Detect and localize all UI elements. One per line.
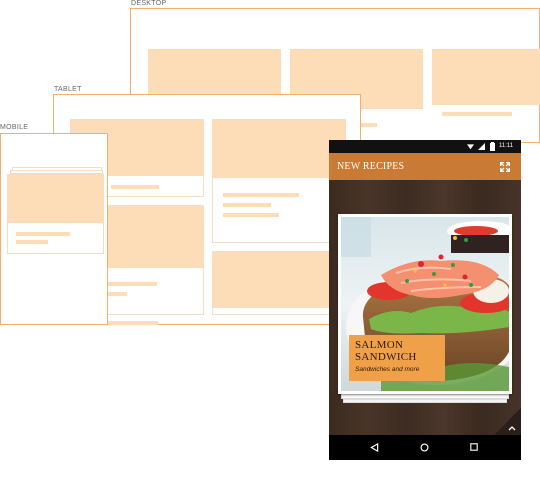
mobile-card (7, 174, 104, 254)
card-stack-edge (341, 394, 509, 399)
tablet-card-2 (212, 119, 346, 243)
battery-icon (490, 142, 495, 151)
phone-mockup: 11:11 NEW RECIPES SALMON SANDWICH Sandwi… (329, 140, 521, 460)
recipe-feed[interactable]: SALMON SANDWICH Sandwiches and more (329, 180, 521, 435)
tablet-card-image (213, 120, 345, 178)
app-title: NEW RECIPES (337, 161, 405, 172)
tablet-card-line (111, 185, 159, 189)
recipe-subtitle: Sandwiches and more (355, 366, 420, 373)
tablet-card-line (107, 292, 127, 296)
tablet-label: TABLET (54, 86, 82, 93)
desktop-card-image-3 (432, 49, 540, 105)
desktop-label: DESKTOP (131, 0, 167, 7)
tablet-card-image (213, 252, 345, 308)
tablet-card-line (107, 282, 157, 286)
signal-icon (478, 143, 485, 150)
card-stack-edge (343, 399, 507, 403)
status-bar: 11:11 (329, 140, 521, 153)
mobile-card-line (16, 232, 70, 236)
recents-icon[interactable] (470, 443, 478, 451)
tablet-card-line (223, 213, 279, 217)
status-time: 11:11 (499, 143, 514, 149)
wifi-icon (467, 144, 474, 150)
tablet-card-4 (212, 251, 346, 315)
expand-icon[interactable] (500, 162, 510, 172)
nav-bar (329, 435, 521, 460)
mobile-label: MOBILE (0, 124, 29, 131)
back-icon[interactable] (370, 443, 379, 452)
mobile-card-image (8, 175, 103, 223)
app-bar: NEW RECIPES (329, 153, 521, 180)
desktop-card-line (361, 123, 377, 127)
tablet-card-line (223, 203, 271, 207)
home-icon[interactable] (420, 443, 429, 452)
mobile-frame (0, 133, 108, 325)
recipe-title-badge: SALMON SANDWICH Sandwiches and more (349, 335, 445, 381)
recipe-title-line1: SALMON (355, 339, 404, 351)
chevron-up-icon[interactable] (508, 425, 516, 431)
tablet-card-line (108, 321, 158, 325)
recipe-card[interactable]: SALMON SANDWICH Sandwiches and more (338, 214, 512, 394)
recipe-title-line2: SANDWICH (355, 351, 417, 363)
tablet-card-line (223, 193, 299, 197)
desktop-card-line (442, 112, 512, 116)
mobile-card-line (16, 240, 48, 244)
